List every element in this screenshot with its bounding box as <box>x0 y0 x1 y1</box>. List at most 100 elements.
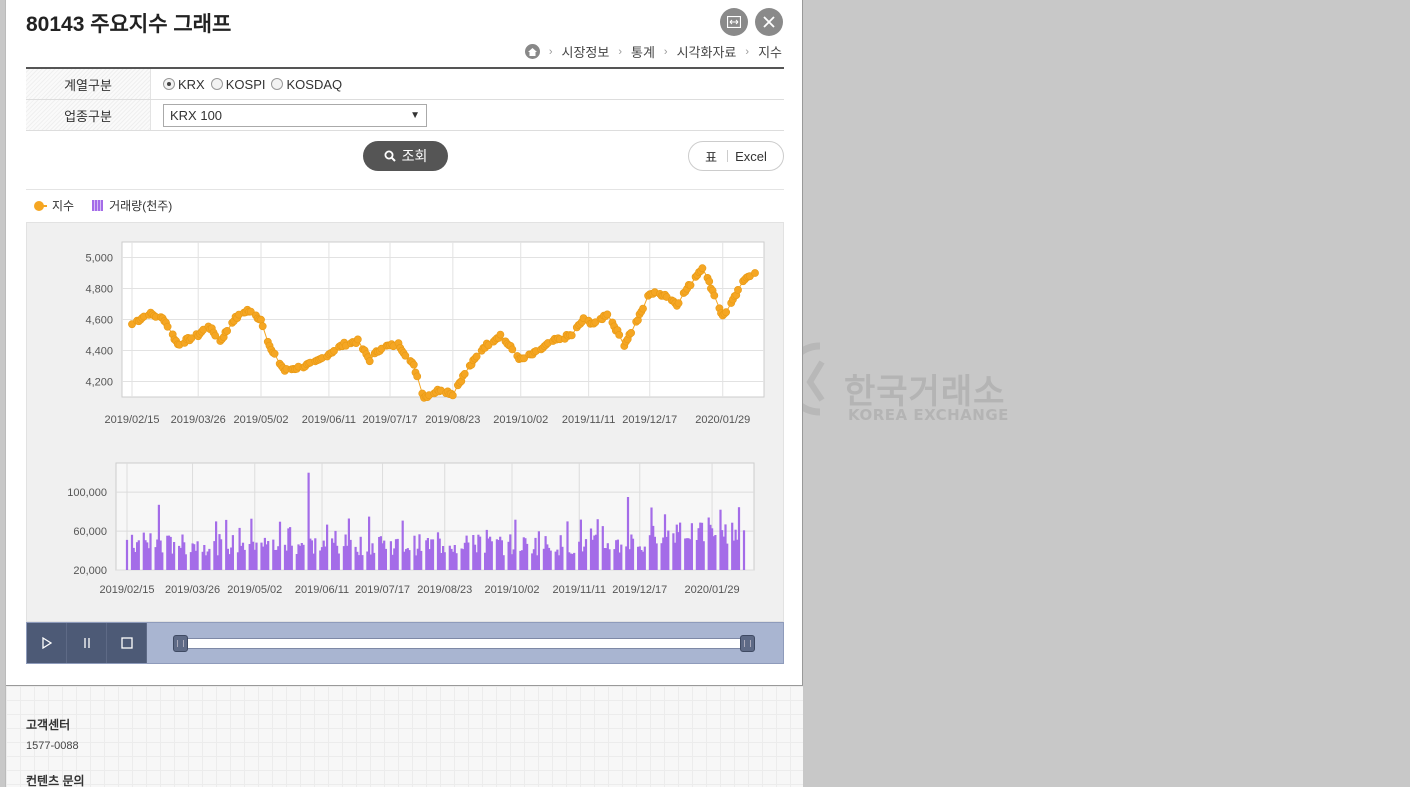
excel-download-label[interactable]: Excel <box>735 149 767 164</box>
home-icon[interactable] <box>524 44 540 59</box>
volume-bar <box>631 538 635 570</box>
radio-kospi[interactable]: KOSPI <box>210 76 266 92</box>
volume-bar <box>714 535 717 570</box>
legend-bar-icon <box>92 200 104 211</box>
bar-plot-background <box>115 462 755 571</box>
volume-bar <box>173 542 176 570</box>
volume-bar <box>479 536 482 570</box>
radio-kosdaq-dot[interactable] <box>271 78 284 90</box>
volume-bar <box>184 554 187 570</box>
breadcrumb-item-market-info[interactable]: 시장정보 <box>561 42 609 61</box>
line-y-tick-label: 5,000 <box>85 253 113 265</box>
button-divider <box>727 150 729 162</box>
expand-icon <box>727 16 741 28</box>
volume-bar <box>420 550 423 570</box>
filter-table: 계열구분 KRX KOSPI KOSDAQ 업종구분 KRX 100 ▼ <box>26 67 784 131</box>
volume-bar <box>149 533 152 570</box>
index-data-point <box>448 391 457 400</box>
line-x-tick-label: 2019/10/02 <box>493 414 548 426</box>
breadcrumb-item-visualization[interactable]: 시각화자료 <box>677 42 737 61</box>
radio-kosdaq-label: KOSDAQ <box>286 76 343 92</box>
index-data-point <box>722 308 730 317</box>
volume-bar <box>667 530 670 570</box>
legend-item-index[interactable]: 지수 <box>34 197 74 214</box>
pause-icon <box>83 638 90 648</box>
volume-bar <box>278 521 282 570</box>
index-data-point <box>603 310 612 319</box>
radio-kospi-label: KOSPI <box>225 76 266 92</box>
volume-bar <box>643 546 646 570</box>
range-slider-end-handle[interactable] <box>740 635 755 652</box>
search-button[interactable]: 조회 <box>363 141 448 171</box>
volume-bar <box>702 541 705 570</box>
volume-bar <box>326 524 329 570</box>
radio-kosdaq[interactable]: KOSDAQ <box>271 77 342 92</box>
index-data-point <box>674 299 683 307</box>
breadcrumb-item-statistics[interactable]: 통계 <box>631 42 655 61</box>
index-data-point <box>639 304 647 313</box>
bar-y-tick-label: 100,000 <box>67 487 107 499</box>
volume-bar <box>608 549 611 570</box>
volume-bar <box>561 546 564 570</box>
index-data-point <box>508 345 517 354</box>
index-data-point <box>615 331 624 339</box>
volume-bar <box>255 542 258 570</box>
volume-bar <box>526 543 529 570</box>
line-y-tick-label: 4,400 <box>85 346 113 358</box>
volume-bar <box>196 541 199 570</box>
sector-filter-row: 업종구분 KRX 100 ▼ <box>26 100 784 131</box>
stop-icon <box>120 637 133 649</box>
table-excel-button[interactable]: 표 Excel <box>688 141 784 171</box>
line-x-tick-label: 2019/02/15 <box>104 414 159 426</box>
bar-x-tick-label: 2020/01/29 <box>685 584 740 596</box>
bar-x-tick-label: 2019/06/11 <box>295 584 349 596</box>
index-data-point <box>472 352 481 361</box>
bar-x-tick-label: 2019/11/11 <box>553 584 606 596</box>
volume-bar <box>742 530 746 570</box>
index-data-point <box>567 331 576 340</box>
volume-bar <box>737 507 741 570</box>
watermark-english-text: KOREA EXCHANGE <box>848 406 1009 424</box>
range-slider-track[interactable] <box>180 638 750 649</box>
line-x-tick-label: 2019/05/02 <box>233 414 288 426</box>
volume-bar <box>573 552 576 570</box>
sector-select[interactable]: KRX 100 ▼ <box>163 103 427 127</box>
expand-button[interactable] <box>720 8 748 36</box>
breadcrumb-separator: › <box>548 45 553 58</box>
breadcrumb-separator: › <box>618 45 622 58</box>
breadcrumb: › 시장정보 › 통계 › 시각화자료 › 지수 <box>524 42 782 61</box>
index-data-point <box>627 329 635 337</box>
radio-krx[interactable]: KRX <box>163 77 205 92</box>
line-x-tick-label: 2019/12/17 <box>622 414 677 426</box>
volume-bar <box>349 539 352 570</box>
volume-bar <box>431 539 435 570</box>
page-title: 80143 주요지수 그래프 <box>26 13 232 36</box>
series-label: 계열구분 <box>26 69 151 99</box>
chart-area: 4,200 4,400 4,600 4,800 5,000 2019/02/15 2019/… <box>26 222 784 622</box>
volume-bar <box>396 538 399 570</box>
play-icon <box>41 637 52 649</box>
pause-button[interactable] <box>67 623 107 663</box>
radio-kospi-dot[interactable] <box>210 78 223 90</box>
index-data-point <box>223 327 231 335</box>
close-button[interactable] <box>755 8 783 36</box>
legend-item-volume[interactable]: 거래량(천주) <box>92 197 172 214</box>
radio-krx-dot[interactable] <box>163 78 175 90</box>
volume-bar <box>314 538 317 570</box>
index-data-point <box>751 269 759 277</box>
volume-bar <box>502 555 505 570</box>
sector-select-value: KRX 100 <box>170 107 223 123</box>
line-x-tick-label: 2019/08/23 <box>425 414 480 426</box>
volume-bar <box>690 523 693 570</box>
play-button[interactable] <box>27 623 67 663</box>
breadcrumb-item-index[interactable]: 지수 <box>758 42 782 61</box>
chart-svg: 4,200 4,400 4,600 4,800 5,000 2019/02/15 2019/… <box>67 241 765 596</box>
volume-bar <box>596 519 599 570</box>
table-view-label[interactable]: 표 <box>705 147 717 166</box>
bar-x-tick-label: 2019/05/02 <box>227 584 282 596</box>
range-slider-start-handle[interactable] <box>173 635 188 652</box>
stop-button[interactable] <box>107 623 147 663</box>
bar-x-tick-label: 2019/02/15 <box>99 584 154 596</box>
search-button-label: 조회 <box>401 149 428 165</box>
line-y-tick-label: 4,800 <box>85 284 113 296</box>
